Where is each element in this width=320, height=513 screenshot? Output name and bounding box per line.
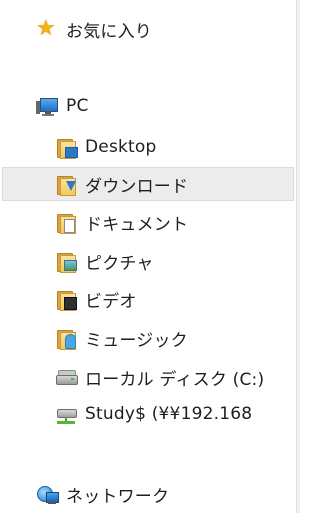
nav-item-local-disk[interactable]: ローカル ディスク (C:) bbox=[55, 363, 264, 391]
music-folder-icon bbox=[55, 327, 77, 350]
downloads-folder-icon bbox=[55, 173, 77, 196]
nav-item-label: ローカル ディスク (C:) bbox=[85, 369, 265, 390]
pictures-folder-icon bbox=[55, 250, 77, 273]
desktop-folder-icon bbox=[55, 136, 78, 159]
local-disk-icon bbox=[55, 366, 78, 388]
nav-item-network[interactable]: ネットワーク bbox=[36, 480, 169, 508]
nav-item-label: お気に入り bbox=[66, 21, 152, 42]
nav-item-videos[interactable]: ビデオ bbox=[55, 285, 137, 313]
nav-item-pictures[interactable]: ピクチャ bbox=[55, 247, 154, 275]
network-icon bbox=[36, 483, 59, 505]
videos-folder-icon bbox=[55, 288, 77, 311]
nav-item-label: PC bbox=[66, 96, 89, 116]
nav-item-pc[interactable]: PC bbox=[36, 92, 89, 120]
nav-item-label: Desktop bbox=[85, 137, 157, 157]
nav-item-documents[interactable]: ドキュメント bbox=[55, 208, 188, 236]
nav-item-label: ビデオ bbox=[85, 291, 137, 312]
scrollbar-edge[interactable] bbox=[296, 0, 300, 513]
nav-item-desktop[interactable]: Desktop bbox=[55, 133, 157, 161]
nav-item-label: ネットワーク bbox=[66, 486, 170, 507]
nav-item-favorites[interactable]: ★ お気に入り bbox=[36, 15, 152, 43]
nav-item-downloads[interactable]: ダウンロード bbox=[2, 167, 294, 201]
nav-item-music[interactable]: ミュージック bbox=[55, 324, 188, 352]
star-icon: ★ bbox=[36, 16, 56, 41]
nav-item-network-drive[interactable]: Study$ (¥¥192.168 bbox=[55, 400, 252, 428]
computer-icon bbox=[36, 95, 58, 117]
nav-item-label: ドキュメント bbox=[85, 214, 189, 235]
nav-item-label: ダウンロード bbox=[85, 176, 189, 197]
nav-item-label: ピクチャ bbox=[85, 253, 154, 274]
nav-item-label: ミュージック bbox=[85, 330, 188, 351]
nav-item-label: Study$ (¥¥192.168 bbox=[85, 404, 253, 424]
navigation-pane: ★ お気に入り PC Desktop ダウンロード ドキュメント ピクチャ ビデ… bbox=[0, 0, 296, 513]
network-drive-icon bbox=[55, 403, 77, 425]
documents-folder-icon bbox=[55, 211, 77, 234]
